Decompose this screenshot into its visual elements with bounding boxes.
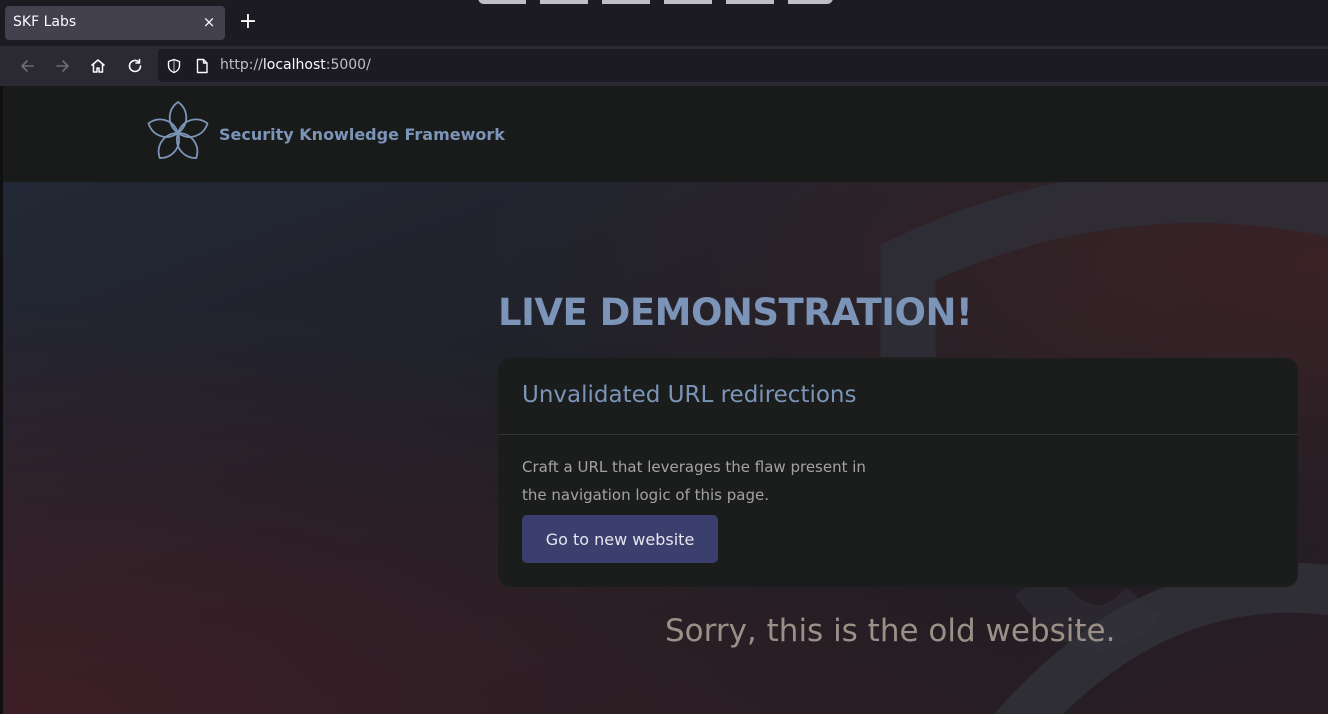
card-divider (498, 434, 1298, 435)
close-tab-icon[interactable]: × (201, 13, 217, 31)
reload-icon (128, 58, 142, 73)
card-title: Unvalidated URL redirections (522, 382, 857, 408)
tab-bar-decoration (478, 0, 833, 4)
forward-button[interactable] (51, 54, 75, 78)
challenge-card: Unvalidated URL redirections Craft a URL… (498, 358, 1298, 587)
old-website-message: Sorry, this is the old website. (665, 613, 1116, 649)
url-bar[interactable]: http://localhost:5000/ (158, 49, 1328, 82)
site-header: Security Knowledge Framework (3, 86, 1328, 182)
hero-section: LIVE DEMONSTRATION! Unvalidated URL redi… (3, 182, 1328, 714)
back-button[interactable] (15, 54, 39, 78)
card-description-line: the navigation logic of this page. (522, 486, 769, 504)
new-tab-button[interactable]: + (236, 11, 260, 35)
url-host: localhost (262, 57, 326, 73)
card-description-line: Craft a URL that leverages the flaw pres… (522, 458, 866, 476)
skf-flower-logo-icon[interactable] (146, 100, 210, 166)
shield-icon[interactable] (165, 57, 183, 75)
page-icon[interactable] (193, 57, 211, 75)
arrow-right-icon (56, 60, 69, 72)
tab-title: SKF Labs (13, 14, 77, 30)
url-text[interactable]: http://localhost:5000/ (220, 57, 371, 73)
brand-title[interactable]: Security Knowledge Framework (219, 125, 505, 144)
arrow-left-icon (21, 60, 34, 72)
card-description: Craft a URL that leverages the flaw pres… (522, 453, 902, 509)
url-scheme: http:// (220, 57, 263, 73)
go-to-new-website-button[interactable]: Go to new website (522, 515, 718, 563)
reload-button[interactable] (123, 54, 147, 78)
browser-nav-bar: http://localhost:5000/ (0, 46, 1328, 86)
home-icon (91, 59, 105, 73)
browser-tab[interactable]: SKF Labs × (5, 6, 225, 40)
url-port-path: :5000/ (325, 57, 371, 73)
home-button[interactable] (86, 54, 110, 78)
page-heading: LIVE DEMONSTRATION! (498, 291, 973, 334)
browser-tab-bar: SKF Labs × + (0, 0, 1328, 46)
